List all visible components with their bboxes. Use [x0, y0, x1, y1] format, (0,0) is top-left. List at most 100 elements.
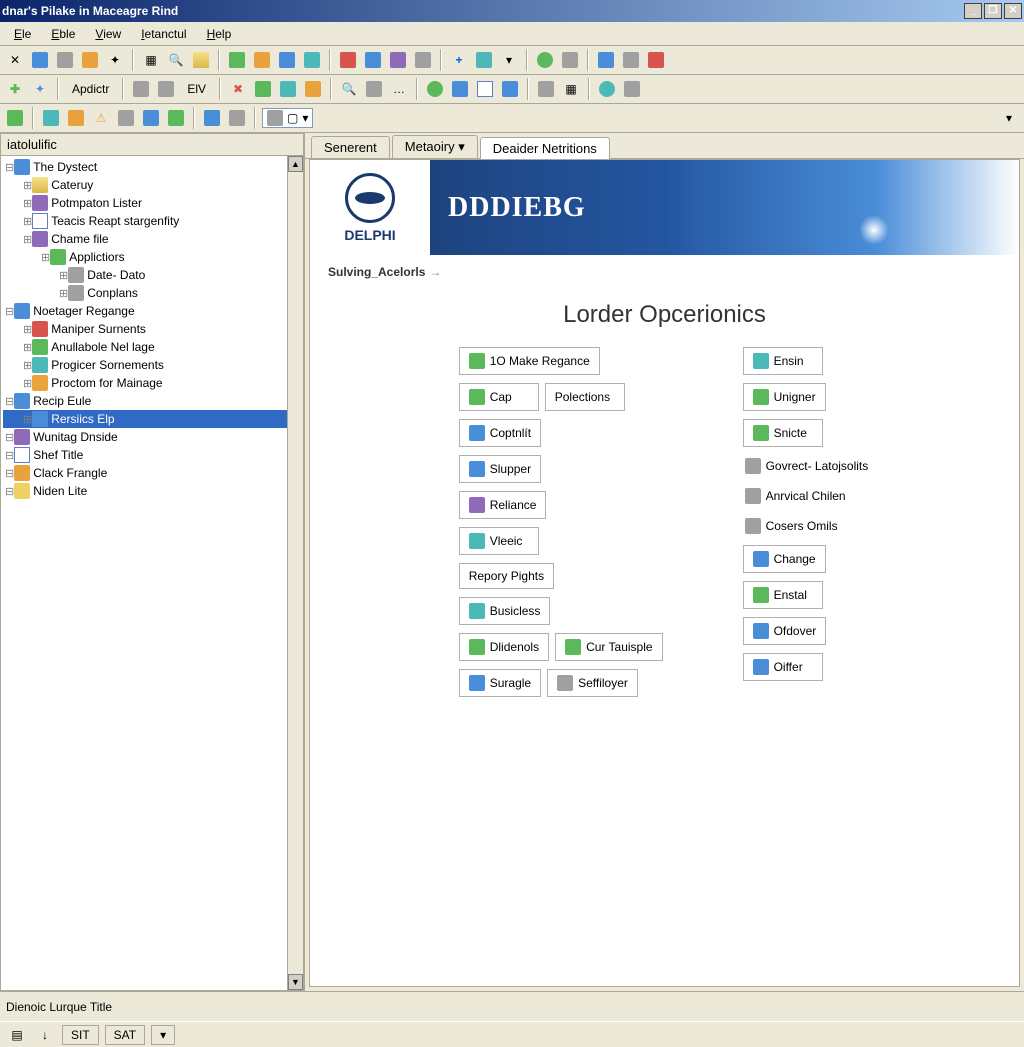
search-icon[interactable]: 🔍: [165, 49, 187, 71]
scroll-up-button[interactable]: ▲: [288, 156, 303, 172]
tab[interactable]: Metaoiry ▾: [392, 135, 478, 158]
tool-icon[interactable]: [621, 78, 643, 100]
tree-item[interactable]: ⊟ Clack Frangle: [3, 464, 301, 482]
tool-icon[interactable]: [499, 78, 521, 100]
sat-button[interactable]: SAT: [105, 1025, 145, 1045]
menu-eble[interactable]: Eble: [41, 25, 85, 43]
tool-icon[interactable]: [301, 49, 323, 71]
action-button[interactable]: Seffiloyer: [547, 669, 638, 697]
tool-icon[interactable]: [226, 49, 248, 71]
tree-item[interactable]: ⊟ Shef Title: [3, 446, 301, 464]
tree-item[interactable]: ⊞ Chame file: [3, 230, 301, 248]
refresh-icon[interactable]: [534, 49, 556, 71]
warn-icon[interactable]: ⚠: [90, 107, 112, 129]
maximize-button[interactable]: ❐: [984, 3, 1002, 19]
tree-item[interactable]: ⊞ Progicer Sornements: [3, 356, 301, 374]
tree-item[interactable]: ⊞ Date- Dato: [3, 266, 301, 284]
action-button[interactable]: Vleeic: [459, 527, 539, 555]
status-dropdown[interactable]: ▾: [151, 1025, 175, 1045]
menu-ietanctul[interactable]: Ietanctul: [131, 25, 196, 43]
action-button[interactable]: Suragle: [459, 669, 541, 697]
tree-item[interactable]: ⊟ Noetager Regange: [3, 302, 301, 320]
down-icon[interactable]: ▾: [498, 49, 520, 71]
tool-icon[interactable]: [595, 49, 617, 71]
action-button[interactable]: Cur Tauisple: [555, 633, 662, 661]
delete-icon[interactable]: ✖: [227, 78, 249, 100]
scroll-down-button[interactable]: ▼: [288, 974, 303, 990]
action-button[interactable]: Dlidenols: [459, 633, 549, 661]
status-icon[interactable]: ▤: [6, 1024, 28, 1046]
action-button[interactable]: Repory Pights: [459, 563, 554, 589]
tree-item[interactable]: ⊞ Potmpaton Lister: [3, 194, 301, 212]
down-icon[interactable]: ↓: [34, 1024, 56, 1046]
menu-view[interactable]: View: [85, 25, 131, 43]
tool-icon[interactable]: [362, 49, 384, 71]
search-icon[interactable]: 🔍: [338, 78, 360, 100]
tree-item[interactable]: ⊞ Rersiics Elp: [3, 410, 301, 428]
wrench-icon[interactable]: [54, 49, 76, 71]
tool-icon[interactable]: [387, 49, 409, 71]
star-icon[interactable]: ✦: [29, 78, 51, 100]
tool-icon[interactable]: [412, 49, 434, 71]
tree-item[interactable]: ⊟ Recip Eule: [3, 392, 301, 410]
tool-icon[interactable]: [40, 107, 62, 129]
action-button[interactable]: Slupper: [459, 455, 541, 483]
action-button[interactable]: Polections: [545, 383, 625, 411]
tree-item[interactable]: ⊟ Wunitag Dnside: [3, 428, 301, 446]
action-button[interactable]: Cosers Omils: [743, 515, 840, 537]
apdictr-button[interactable]: Apdictr: [65, 79, 116, 99]
tool-icon[interactable]: [276, 49, 298, 71]
tool-icon[interactable]: [252, 78, 274, 100]
action-button[interactable]: Anrvical Chilen: [743, 485, 848, 507]
minimize-button[interactable]: _: [964, 3, 982, 19]
action-button[interactable]: Ensin: [743, 347, 823, 375]
close-button[interactable]: ✕: [1004, 3, 1022, 19]
tree-item[interactable]: ⊟ Niden Lite: [3, 482, 301, 500]
tool-icon[interactable]: [79, 49, 101, 71]
tree-item[interactable]: ⊞ Anullabole Nel lage: [3, 338, 301, 356]
cube-icon[interactable]: [201, 107, 223, 129]
tool-icon[interactable]: [115, 107, 137, 129]
plus-icon[interactable]: ✚: [4, 78, 26, 100]
tree-item[interactable]: ⊞ Proctom for Mainage: [3, 374, 301, 392]
tool-icon[interactable]: [559, 49, 581, 71]
tool-icon[interactable]: [337, 49, 359, 71]
tool-icon[interactable]: [473, 49, 495, 71]
folder-icon[interactable]: [190, 49, 212, 71]
tree-item[interactable]: ⊞ Conplans: [3, 284, 301, 302]
tool-icon[interactable]: [302, 78, 324, 100]
action-button[interactable]: Enstal: [743, 581, 823, 609]
action-button[interactable]: Reliance: [459, 491, 547, 519]
tool-icon[interactable]: [4, 107, 26, 129]
action-button[interactable]: Change: [743, 545, 826, 573]
tool-icon[interactable]: [474, 78, 496, 100]
grid-icon[interactable]: ▦: [140, 49, 162, 71]
delete-icon[interactable]: ✕: [4, 49, 26, 71]
tool-icon[interactable]: [226, 107, 248, 129]
tab[interactable]: Deaider Netritions: [480, 137, 610, 159]
tree-item[interactable]: ⊞ Teacis Reapt stargenfity: [3, 212, 301, 230]
toolbar-combo[interactable]: ▢▾: [262, 108, 313, 128]
action-button[interactable]: Oiffer: [743, 653, 823, 681]
action-button[interactable]: Cap: [459, 383, 539, 411]
action-button[interactable]: Busicless: [459, 597, 551, 625]
tool-icon[interactable]: [449, 78, 471, 100]
tree-scrollbar[interactable]: ▲ ▼: [287, 156, 303, 990]
tool-icon[interactable]: [65, 107, 87, 129]
tool-icon[interactable]: [277, 78, 299, 100]
tool-icon[interactable]: [645, 49, 667, 71]
action-button[interactable]: Snicte: [743, 419, 823, 447]
tool-icon[interactable]: [140, 107, 162, 129]
dropdown-icon[interactable]: ▾: [998, 107, 1020, 129]
tool-icon[interactable]: [363, 78, 385, 100]
action-button[interactable]: Govrect- Latojsolits: [743, 455, 871, 477]
tool-icon[interactable]: [535, 78, 557, 100]
tool-icon[interactable]: [620, 49, 642, 71]
tool-icon[interactable]: [29, 49, 51, 71]
add-icon[interactable]: [424, 78, 446, 100]
tool-icon[interactable]: [130, 78, 152, 100]
tree-item[interactable]: ⊞ Cateruy: [3, 176, 301, 194]
elv-button[interactable]: ElV: [180, 79, 213, 99]
breadcrumb[interactable]: Sulving_Acelorls →: [310, 255, 1019, 287]
tab[interactable]: Senerent: [311, 136, 390, 158]
